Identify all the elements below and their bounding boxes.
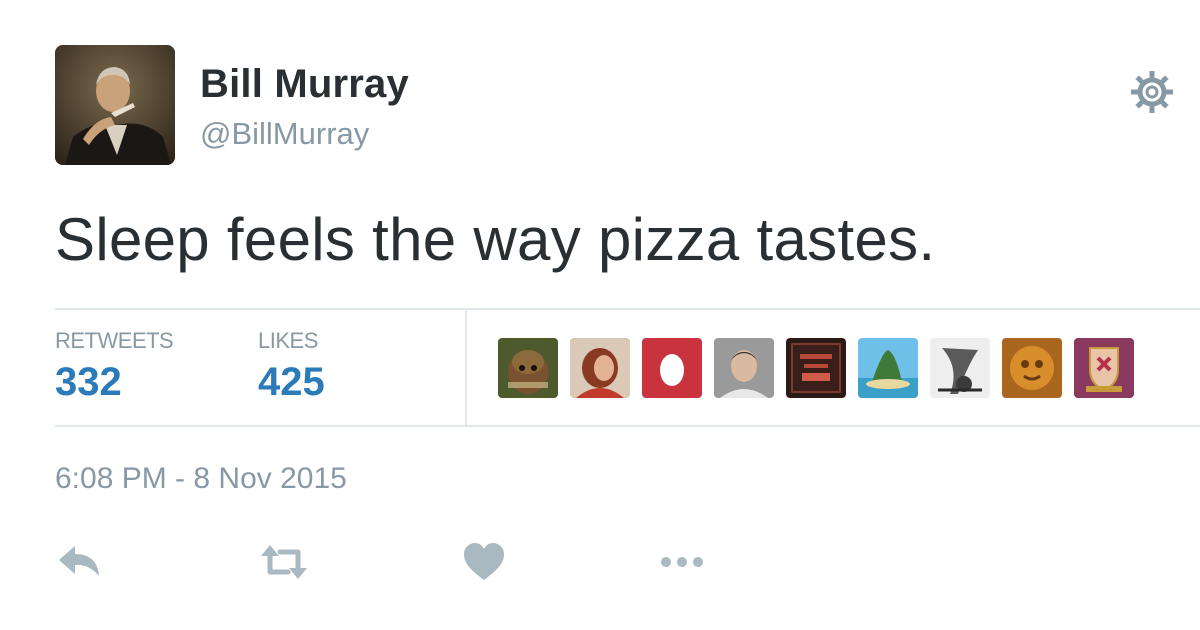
profile-avatar[interactable] — [55, 45, 175, 165]
profile-photo — [55, 45, 175, 165]
tweet-timestamp[interactable]: 6:08 PM - 8 Nov 2015 — [55, 462, 347, 496]
likes-stat[interactable]: LIKES 425 — [258, 328, 325, 405]
liker-avatar-5[interactable] — [786, 338, 846, 398]
divider — [55, 425, 1200, 427]
reply-button[interactable] — [55, 540, 107, 584]
user-handle[interactable]: @BillMurray — [200, 116, 369, 152]
man-portrait-avatar-icon — [714, 338, 774, 398]
stats-separator — [465, 310, 467, 425]
poster-avatar-icon — [786, 338, 846, 398]
retweets-label: RETWEETS — [55, 328, 174, 353]
liker-avatar-8[interactable] — [1002, 338, 1062, 398]
island-avatar-icon — [858, 338, 918, 398]
liker-avatar-7[interactable] — [930, 338, 990, 398]
golden-face-avatar-icon — [1002, 338, 1062, 398]
liker-avatar-6[interactable] — [858, 338, 918, 398]
person-red-hair-avatar-icon — [570, 338, 630, 398]
retweets-stat[interactable]: RETWEETS 332 — [55, 328, 174, 405]
tweet-card: Bill Murray @BillMurray Sleep feels the … — [0, 0, 1200, 630]
tweet-text: Sleep feels the way pizza tastes. — [55, 206, 936, 273]
sketch-avatar-icon — [930, 338, 990, 398]
likes-count: 425 — [258, 360, 325, 404]
retweet-button[interactable] — [258, 540, 310, 584]
display-name[interactable]: Bill Murray — [200, 62, 409, 107]
crest-avatar-icon — [1074, 338, 1134, 398]
egg-avatar-icon — [642, 338, 702, 398]
gear-icon[interactable] — [1128, 68, 1176, 116]
reply-icon — [59, 546, 99, 576]
liker-avatar-3[interactable] — [642, 338, 702, 398]
liker-avatar-4[interactable] — [714, 338, 774, 398]
likes-label: LIKES — [258, 328, 318, 353]
liker-avatar-9[interactable] — [1074, 338, 1134, 398]
retweet-icon — [261, 545, 307, 579]
more-button[interactable] — [656, 540, 708, 584]
like-button[interactable] — [458, 540, 510, 584]
divider — [55, 308, 1200, 310]
liker-avatar-2[interactable] — [570, 338, 630, 398]
heart-icon — [464, 543, 504, 580]
liker-avatar-1[interactable] — [498, 338, 558, 398]
ewok-avatar-icon — [498, 338, 558, 398]
more-icon — [661, 557, 703, 567]
retweets-count: 332 — [55, 360, 122, 404]
